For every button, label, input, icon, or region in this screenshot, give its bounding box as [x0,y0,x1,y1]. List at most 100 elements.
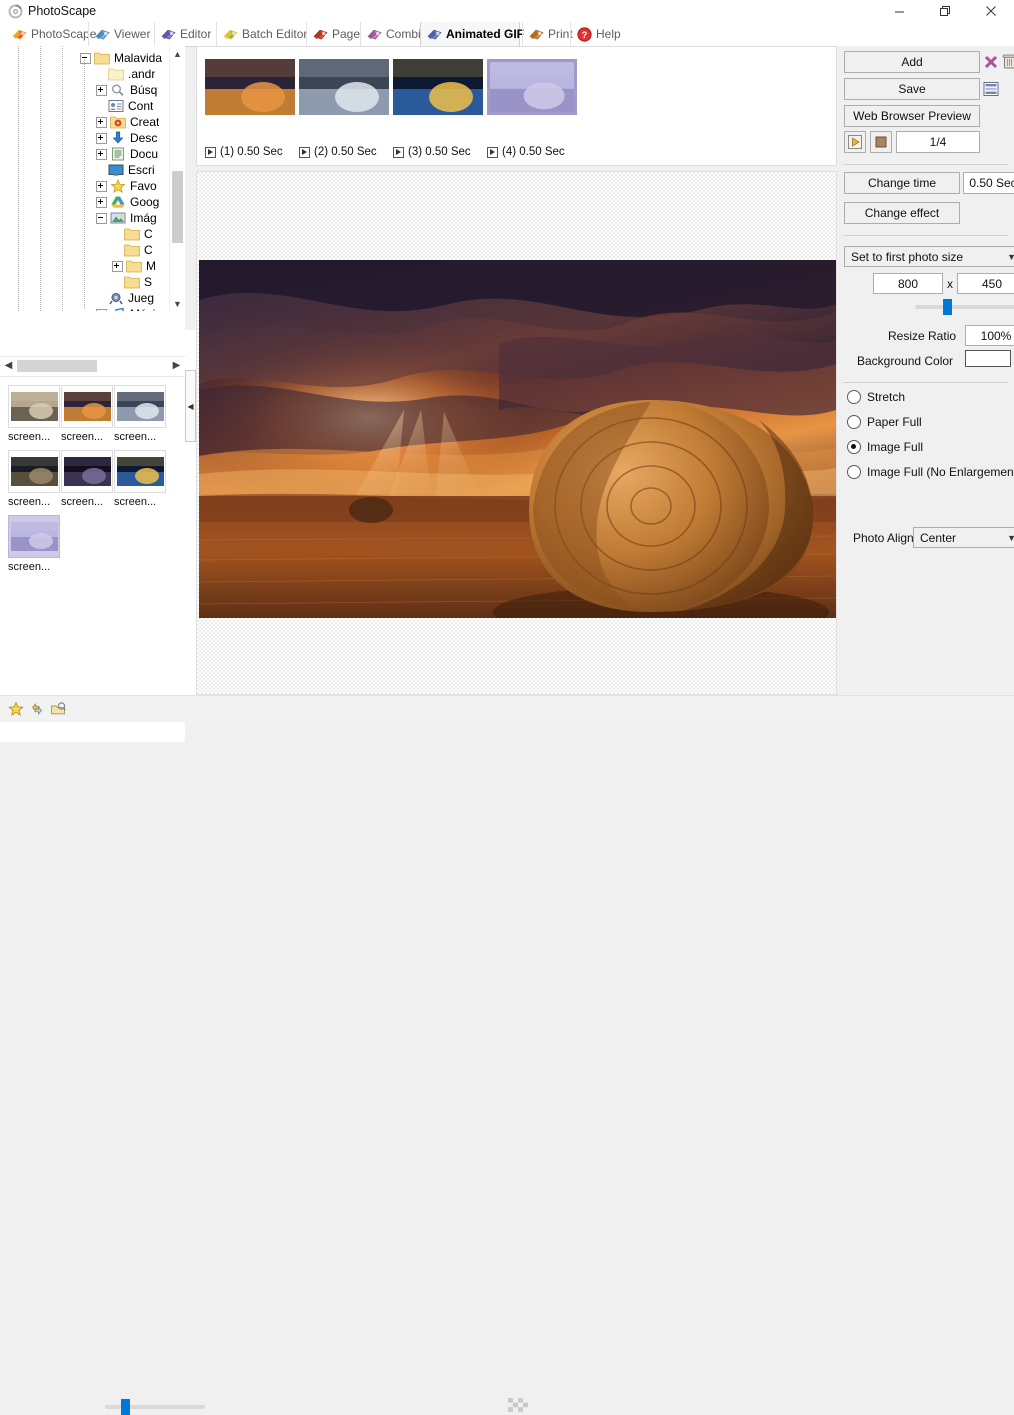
play-frame-icon[interactable] [393,147,404,158]
radio-button-icon[interactable] [847,440,861,454]
thumbnail-size-slider[interactable] [105,1405,205,1409]
thumbnail-image[interactable] [8,385,60,428]
thumbnail-image[interactable] [61,450,113,493]
filmstrip-frame-image[interactable] [487,59,577,115]
module-tab-editor[interactable]: Editor [154,22,212,46]
frame-time-value[interactable]: 0.50 Sec [963,172,1014,194]
tree-item-im-g-10[interactable]: Imág [96,210,171,226]
tree-item-c-11[interactable]: C [112,226,171,242]
tree-item-creat-4[interactable]: Creat [96,114,171,130]
scroll-right-arrow[interactable]: ▶ [169,358,184,373]
filmstrip-frame-caption-3[interactable]: (3) 0.50 Sec [393,146,471,158]
thumbnail-browser[interactable]: screen...screen...screen...screen...scre… [0,376,185,742]
filmstrip-frame-caption-4[interactable]: (4) 0.50 Sec [487,146,565,158]
play-frame-icon[interactable] [487,147,498,158]
tree-horizontal-scrollbar[interactable]: ◀ ▶ [0,356,185,375]
tree-item-c-12[interactable]: C [112,242,171,258]
expand-plus-icon[interactable] [96,197,107,208]
tree-vertical-scrollbar[interactable]: ▲ ▼ [169,46,185,311]
module-tab-photoscape[interactable]: PhotoScape [6,22,84,46]
tree-item-favo-8[interactable]: Favo [96,178,171,194]
change-time-button[interactable]: Change time [844,172,960,194]
tree-item--andr-1[interactable]: .andr [96,66,171,82]
thumbnail-image[interactable] [8,450,60,493]
collapse-minus-icon[interactable] [96,213,107,224]
filmstrip-frame-image[interactable] [299,59,389,115]
expand-plus-icon[interactable] [96,117,107,128]
play-frame-icon[interactable] [205,147,216,158]
resize-grip[interactable] [508,1398,528,1412]
module-tab-page[interactable]: Page [306,22,360,46]
module-tab-print[interactable]: Print [522,22,574,46]
collapse-minus-icon[interactable] [80,53,91,64]
module-tab-help[interactable]: ?Help [570,22,620,46]
minimize-button[interactable] [876,0,922,22]
tree-item-cont-3[interactable]: Cont [96,98,171,114]
expand-plus-icon[interactable] [96,181,107,192]
favorites-star-icon[interactable] [8,701,24,717]
background-color-swatch[interactable] [965,350,1011,367]
gif-preview-canvas[interactable] [196,171,837,695]
fit-option-paper-full[interactable]: Paper Full [847,415,922,429]
add-button[interactable]: Add [844,51,980,73]
gif-frame-filmstrip[interactable]: (1) 0.50 Sec (2) 0.50 Sec (3) 0.50 Sec (4) … [196,46,837,166]
tree-item-b-sq-2[interactable]: Búsq [96,82,171,98]
filmstrip-frame-1[interactable] [205,59,295,115]
thumbnail-image[interactable] [8,515,60,558]
tree-item-escri-7[interactable]: Escri [96,162,171,178]
photo-align-select[interactable]: Center ▼ [913,527,1014,548]
module-tab-animated-gif[interactable]: Animated GIF [420,22,520,46]
filmstrip-frame-caption-2[interactable]: (2) 0.50 Sec [299,146,377,158]
thumbnail-item[interactable]: screen... [61,450,113,508]
module-tab-batch-editor[interactable]: Batch Editor [216,22,306,46]
tree-item-m-si-16[interactable]: Músi [96,306,171,311]
play-frame-icon[interactable] [299,147,310,158]
resize-ratio-input[interactable]: 100% [965,325,1014,346]
tree-item-jueg-15[interactable]: Jueg [96,290,171,306]
thumbnail-item[interactable]: screen... [8,385,60,443]
filmstrip-frame-caption-1[interactable]: (1) 0.50 Sec [205,146,283,158]
tree-item-s-14[interactable]: S [112,274,171,290]
expand-plus-icon[interactable] [112,261,123,272]
thumbnail-image[interactable] [114,385,166,428]
filmstrip-frame-3[interactable] [393,59,483,115]
tree-item-desc-5[interactable]: Desc [96,130,171,146]
radio-button-icon[interactable] [847,465,861,479]
collapse-left-panel-arrow[interactable]: ◀ [185,370,196,442]
scroll-left-arrow[interactable]: ◀ [1,358,16,373]
tree-item-goog-9[interactable]: Goog [96,194,171,210]
tree-hscroll-thumb[interactable] [17,360,97,372]
thumbnail-image[interactable] [61,385,113,428]
expand-plus-icon[interactable] [96,149,107,160]
tree-item-docu-6[interactable]: Docu [96,146,171,162]
save-button[interactable]: Save [844,78,980,100]
thumbnail-size-slider-knob[interactable] [121,1399,130,1415]
folder-tree[interactable]: Malavida.andrBúsqContCreatDescDocuEscriF… [0,46,185,311]
module-tab-viewer[interactable]: Viewer [88,22,150,46]
scroll-down-arrow[interactable]: ▼ [170,296,185,311]
filmstrip-frame-4[interactable] [487,59,577,115]
thumbnail-item[interactable]: screen... [114,385,166,443]
thumbnail-item[interactable]: screen... [114,450,166,508]
trash-bin-icon[interactable] [1002,53,1014,70]
tree-item-m-13[interactable]: M [112,258,171,274]
tree-scroll-thumb[interactable] [172,171,183,243]
size-slider-knob[interactable] [943,299,952,315]
radio-button-icon[interactable] [847,415,861,429]
size-slider[interactable] [915,305,1014,309]
play-button[interactable] [844,131,866,153]
close-button[interactable] [968,0,1014,22]
slideshow-folder-icon[interactable] [50,701,66,717]
thumbnail-item[interactable]: screen... [61,385,113,443]
list-view-icon[interactable] [983,81,999,97]
size-mode-select[interactable]: Set to first photo size ▼ [844,246,1014,267]
thumbnail-item[interactable]: screen... [8,450,60,508]
stop-button[interactable] [870,131,892,153]
scroll-up-arrow[interactable]: ▲ [170,46,185,61]
change-effect-button[interactable]: Change effect [844,202,960,224]
fit-option-image-full-no-enlargement-[interactable]: Image Full (No Enlargement) [847,465,1014,479]
thumbnail-image[interactable] [114,450,166,493]
filmstrip-frame-image[interactable] [393,59,483,115]
refresh-arrows-icon[interactable] [29,701,45,717]
thumbnail-item[interactable]: screen... [8,515,60,573]
